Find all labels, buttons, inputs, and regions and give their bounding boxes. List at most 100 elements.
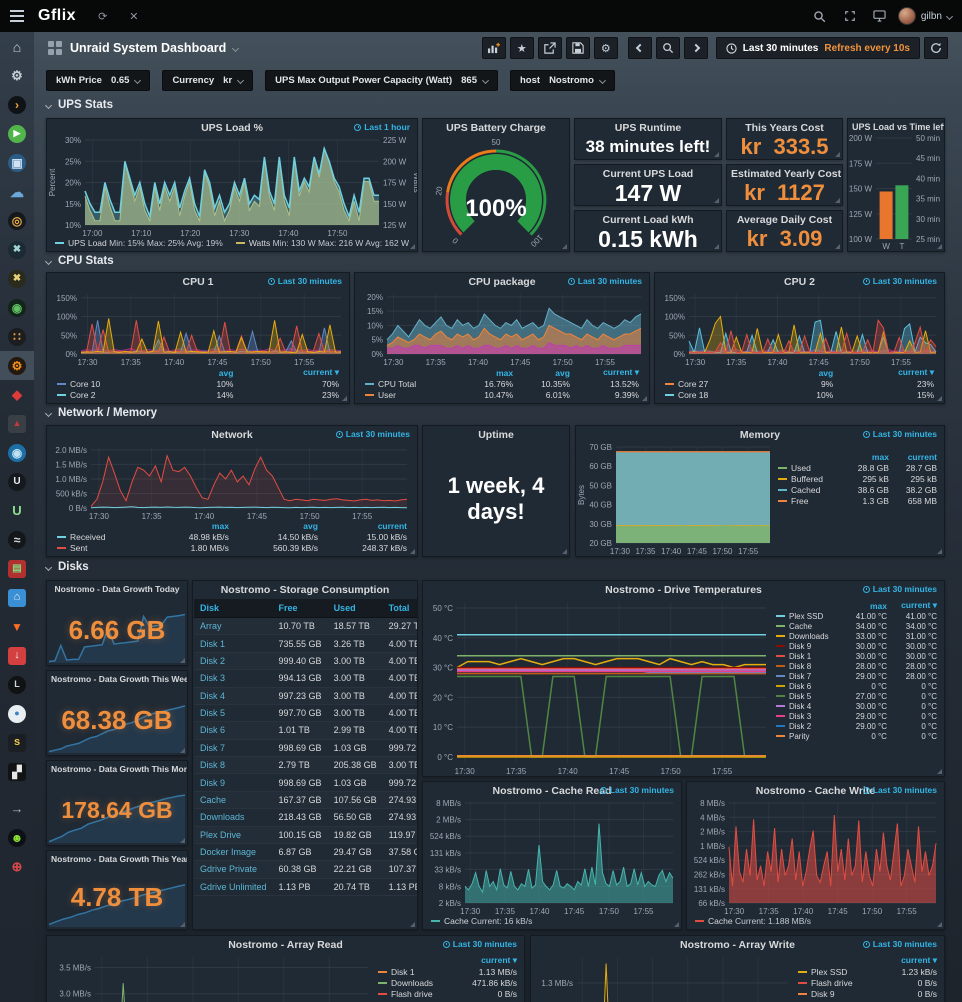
panel-title[interactable]: Uptime <box>423 426 569 442</box>
legend-row[interactable]: User10.47%6.01%9.39% <box>363 389 641 400</box>
sidebar-item-app-homeassistant[interactable]: ⌂ <box>0 583 34 612</box>
sidebar-item-app-pihole[interactable]: ◆ <box>0 380 34 409</box>
variable-kwh-price[interactable]: kWh Price0.65 <box>46 70 150 91</box>
cpu1-chart[interactable]: 0%50%100%150%17:3017:3517:4017:4517:5017… <box>47 289 349 367</box>
panel-title[interactable]: Nostromo - Data Growth This Month <box>47 761 187 775</box>
sidebar-item-app-cloud[interactable]: ☁ <box>0 177 34 206</box>
save-button[interactable] <box>566 37 590 59</box>
sidebar-item-app-plexish[interactable]: ≈ <box>0 525 34 554</box>
time-range-picker[interactable]: Last 30 minutes Refresh every 10s <box>716 37 920 59</box>
user-avatar[interactable] <box>898 7 916 25</box>
dashboard-settings-button[interactable]: ⚙ <box>594 37 618 59</box>
legend-row[interactable]: Disk 329.00 °C0 °C <box>774 711 939 721</box>
legend-row[interactable]: Cached38.6 GB38.2 GB <box>776 484 939 495</box>
sidebar-item-app-downloader[interactable]: ↓ <box>0 641 34 670</box>
legend-row[interactable]: Disk 930.00 °C30.00 °C <box>774 641 939 651</box>
sidebar-item-app-jackett[interactable]: ◎ <box>0 206 34 235</box>
sidebar-item-settings[interactable]: ⚙ <box>0 61 34 90</box>
cpu-package-chart[interactable]: 0%5%10%15%20%17:3017:3517:4017:4517:5017… <box>355 289 649 367</box>
panel-title[interactable]: UPS Runtime <box>575 119 721 135</box>
cpu2-chart[interactable]: 0%50%100%150%17:3017:3517:4017:4517:5017… <box>655 289 944 367</box>
sidebar-item-app-ubiquiti[interactable]: U <box>0 467 34 496</box>
timeframe-label[interactable]: Last 30 minutes <box>863 584 937 594</box>
ups-load-chart[interactable]: 10%15%20%25%30%125 W150 W175 W200 W225 W… <box>47 135 417 238</box>
legend-row[interactable]: Flash drive0 B/s <box>796 977 939 988</box>
fullscreen-icon[interactable] <box>838 6 862 26</box>
legend-row[interactable]: Disk 11.13 MB/s <box>376 966 519 977</box>
legend-row[interactable]: Plex SSD1.23 kB/s <box>796 966 939 977</box>
sidebar-item-app-goaccess[interactable]: ◉ <box>0 438 34 467</box>
legend-row[interactable]: Disk 828.00 °C28.00 °C <box>774 661 939 671</box>
sidebar-item-app-grafana[interactable]: ⚙ <box>0 351 34 380</box>
panel-title[interactable]: Average Daily Cost <box>727 211 842 227</box>
panel-title[interactable]: This Years Cost <box>727 119 842 135</box>
legend-row[interactable]: Disk 527.00 °C0 °C <box>774 691 939 701</box>
timeframe-label[interactable]: Last 30 minutes <box>863 939 937 949</box>
legend-row[interactable]: Flash drive0 B/s <box>376 988 519 999</box>
star-button[interactable]: ★ <box>510 37 534 59</box>
timeframe-label[interactable]: Last 30 minutes <box>443 939 517 949</box>
legend-item[interactable]: Cache Current: 16 kB/s <box>431 916 532 926</box>
sidebar-item-app-sabnzbd[interactable]: s <box>0 728 34 757</box>
sidebar-item-logout[interactable]: → <box>0 794 34 823</box>
legend-row[interactable]: Plex SSD41.00 °C41.00 °C <box>774 611 939 621</box>
time-forward-button[interactable] <box>684 37 708 59</box>
legend-row[interactable]: Disk 90 B/s <box>796 988 939 999</box>
legend-row[interactable]: Core 1010%70% <box>55 378 341 389</box>
refresh-small-icon[interactable]: ⟳ <box>98 10 107 23</box>
timeframe-label[interactable]: Last 30 minutes <box>268 276 342 286</box>
sidebar-item-app-duplicati[interactable]: ● <box>0 699 34 728</box>
sidebar-item-app-netdata[interactable]: ▲ <box>0 409 34 438</box>
variable-currency[interactable]: Currencykr <box>162 70 253 91</box>
add-panel-button[interactable] <box>482 37 506 59</box>
panel-title[interactable]: Nostromo - Data Growth This Week <box>47 671 187 685</box>
refresh-button[interactable] <box>924 37 948 59</box>
table-header-used[interactable]: Used <box>328 599 383 618</box>
sidebar-item-app-krusader[interactable]: ∷ <box>0 322 34 351</box>
table-header-total[interactable]: Total <box>383 599 417 618</box>
table-header-free[interactable]: Free <box>273 599 328 618</box>
panel-title[interactable]: Current UPS Load <box>575 165 721 181</box>
time-back-button[interactable] <box>628 37 652 59</box>
legend-row[interactable]: CPU Total16.76%10.35%13.52% <box>363 378 641 389</box>
sidebar-item-app-ombi[interactable]: › <box>0 90 34 119</box>
legend-row[interactable]: Disk 430.00 °C0 °C <box>774 701 939 711</box>
share-button[interactable] <box>538 37 562 59</box>
sidebar-item-app-emby[interactable]: ▶ <box>0 119 34 148</box>
panel-title[interactable]: Current Load kWh <box>575 211 721 227</box>
timeframe-label[interactable]: Last 30 minutes <box>863 785 937 795</box>
timeframe-label[interactable]: Last 30 minutes <box>568 276 642 286</box>
legend-row[interactable]: Cache34.00 °C34.00 °C <box>774 621 939 631</box>
section-ups-stats[interactable]: UPS Stats <box>46 99 113 111</box>
sidebar-item-app-gitlab[interactable]: ▼ <box>0 612 34 641</box>
legend-row[interactable]: Parity0 °C0 °C <box>774 731 939 741</box>
legend-row[interactable]: Core 279%23% <box>663 378 936 389</box>
legend-row[interactable]: Core 1810%15% <box>663 389 936 400</box>
timeframe-label[interactable]: Last 30 minutes <box>336 429 410 439</box>
variable-ups-max-output-power-capacity-watt-[interactable]: UPS Max Output Power Capacity (Watt)865 <box>265 70 498 91</box>
legend-row[interactable]: Free1.3 GB658 MB <box>776 495 939 506</box>
panel-title[interactable]: Estimated Yearly Cost <box>727 165 842 181</box>
dashboard-title[interactable]: Unraid System Dashboard <box>70 41 226 55</box>
panel-title[interactable]: Nostromo - Storage Consumption <box>193 581 417 597</box>
brand-logo[interactable]: Gflix <box>38 7 76 25</box>
network-chart[interactable]: 0 B/s500 kB/s1.0 MB/s1.5 MB/s2.0 MB/s17:… <box>47 442 417 521</box>
legend-row[interactable]: Buffered295 kB295 kB <box>776 473 939 484</box>
legend-row[interactable]: Disk 729.00 °C28.00 °C <box>774 671 939 681</box>
legend-row[interactable]: Downloads33.00 °C31.00 °C <box>774 631 939 641</box>
sidebar-item-app-docker[interactable]: ▤ <box>0 554 34 583</box>
zoom-out-button[interactable] <box>656 37 680 59</box>
title-caret-icon[interactable] <box>232 44 239 51</box>
panel-title[interactable]: UPS Load vs Time left <box>848 119 944 133</box>
sidebar-item-app-redwheel[interactable]: ⊕ <box>0 852 34 881</box>
array-read-chart[interactable]: 500 kB/s1.0 MB/s1.5 MB/s2.0 MB/s2.5 MB/s… <box>47 952 376 1002</box>
legend-row[interactable]: Disk 60 °C0 °C <box>774 681 939 691</box>
sidebar-item-app-bookstack[interactable]: ▞ <box>0 757 34 786</box>
legend-row[interactable]: Disk 130.00 °C30.00 °C <box>774 651 939 661</box>
hamburger-menu-icon[interactable] <box>0 10 34 22</box>
search-icon[interactable] <box>808 6 832 26</box>
sidebar-item-app-green-ring[interactable]: ◉ <box>0 293 34 322</box>
drive-temps-chart[interactable]: 0 °C10 °C20 °C30 °C40 °C50 °C17:3017:351… <box>423 597 774 776</box>
timeframe-label[interactable]: Last 1 hour <box>354 122 410 132</box>
section-network-memory[interactable]: Network / Memory <box>46 407 157 419</box>
